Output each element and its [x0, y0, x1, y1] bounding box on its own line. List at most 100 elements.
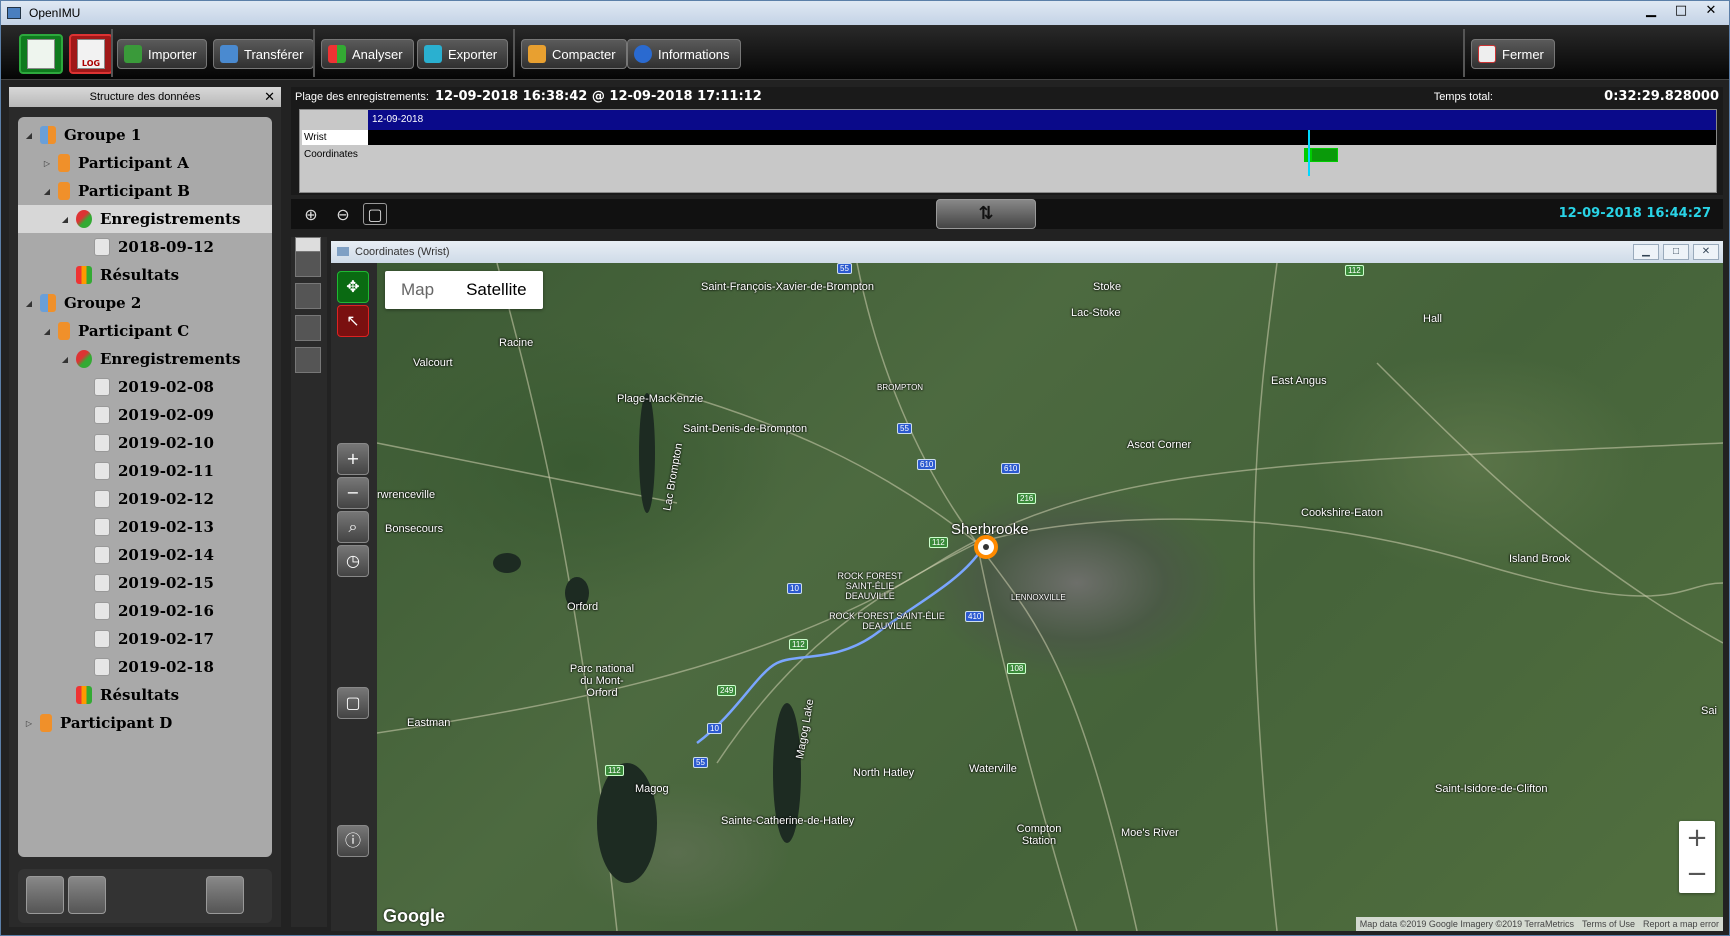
tree-node[interactable]: 2019-02-18	[18, 653, 272, 681]
add-participant-button[interactable]	[68, 876, 106, 914]
time-cursor[interactable]	[1308, 130, 1310, 176]
map-type-map-button[interactable]: Map	[385, 271, 450, 309]
tree-node[interactable]: Résultats	[18, 261, 272, 289]
timeline-panel: Plage des enregistrements: 12-09-2018 16…	[291, 87, 1723, 195]
tree-node[interactable]: ◢ Participant C	[18, 317, 272, 345]
current-position-marker[interactable]	[974, 535, 998, 559]
expand-arrow-icon[interactable]: ▷	[42, 158, 52, 168]
map-zoom-in-button[interactable]: +	[1679, 821, 1715, 857]
data-structure-button[interactable]	[19, 34, 63, 74]
sync-toggle-button[interactable]: ⇅	[936, 199, 1036, 229]
map-zoom-control: + −	[1679, 821, 1715, 893]
zoom-search-icon[interactable]: ⌕	[337, 511, 369, 543]
window-icon	[337, 247, 349, 256]
close-panel-icon[interactable]: ✕	[264, 87, 275, 107]
report-error-link[interactable]: Report a map error	[1643, 917, 1719, 931]
layout-split-vertical-icon[interactable]	[295, 283, 321, 309]
select-icon[interactable]: ↖	[337, 305, 369, 337]
expand-arrow-icon[interactable]: ◢	[24, 130, 34, 140]
zoom-in-icon[interactable]: ⊕	[299, 203, 323, 225]
total-time-value: 0:32:29.828000	[1604, 89, 1719, 104]
coordinates-row-label: Coordinates	[304, 149, 358, 160]
close-icon	[1478, 45, 1496, 63]
tree-node[interactable]: ◢ Participant B	[18, 177, 272, 205]
map-zoom-out-button[interactable]: −	[1679, 857, 1715, 893]
tree-node[interactable]: 2019-02-14	[18, 541, 272, 569]
tree-node[interactable]: 2019-02-08	[18, 373, 272, 401]
info-button[interactable]: Informations	[627, 39, 741, 69]
zoom-out-icon[interactable]: −	[337, 477, 369, 509]
tree-node[interactable]: Résultats	[18, 681, 272, 709]
expand-arrow-icon[interactable]: ▷	[24, 718, 34, 728]
tree-node-label: 2019-02-15	[118, 574, 214, 592]
compact-button[interactable]: Compacter	[521, 39, 627, 69]
tree-node[interactable]: ▷ Participant A	[18, 149, 272, 177]
expand-arrow-icon[interactable]: ◢	[60, 354, 70, 364]
clock-icon[interactable]: ◷	[337, 545, 369, 577]
timeline-grid[interactable]: 12-09-2018 Wrist Coordinates	[299, 109, 1717, 193]
calendar-icon	[94, 406, 110, 424]
maximize-button[interactable]: □	[1667, 3, 1695, 21]
tree-node[interactable]: 2019-02-10	[18, 429, 272, 457]
expand-arrow-icon[interactable]: ◢	[42, 326, 52, 336]
compact-label: Compacter	[552, 46, 616, 62]
place-label: BROMPTON	[877, 383, 924, 392]
zoom-fit-icon[interactable]: ▢	[363, 203, 387, 225]
delete-button[interactable]	[206, 876, 244, 914]
tree-node-label: 2019-02-12	[118, 490, 214, 508]
tree-node[interactable]: 2019-02-09	[18, 401, 272, 429]
map-window-title-bar: Coordinates (Wrist) ▁ □ ✕	[331, 241, 1723, 263]
tree-node[interactable]: 2018-09-12	[18, 233, 272, 261]
panel-title: Structure des données	[89, 91, 201, 103]
log-button[interactable]: LOG	[69, 34, 113, 74]
satellite-map[interactable]: Saint-François-Xavier-de-Brompton Stoke …	[377, 263, 1723, 931]
terms-link[interactable]: Terms of Use	[1582, 917, 1635, 931]
expand-arrow-icon[interactable]: ◢	[24, 298, 34, 308]
calendar-icon	[94, 238, 110, 256]
place-label: North Hatley	[853, 767, 915, 779]
tree-node[interactable]: ◢ Groupe 2	[18, 289, 272, 317]
place-label: Lac-Stoke	[1071, 307, 1121, 319]
transfer-button[interactable]: Transférer	[213, 39, 315, 69]
analyse-button[interactable]: Analyser	[321, 39, 414, 69]
pan-icon[interactable]: ✥	[337, 271, 369, 303]
close-app-button[interactable]: Fermer	[1471, 39, 1555, 69]
toolbar-separator	[1463, 29, 1465, 77]
tree-node[interactable]: 2019-02-13	[18, 513, 272, 541]
tree-node[interactable]: 2019-02-12	[18, 485, 272, 513]
tree-node-label: Résultats	[100, 686, 180, 704]
calendar-icon	[94, 630, 110, 648]
data-structure-panel: Structure des données ✕ ◢ Groupe 1 ▷ Partic…	[9, 87, 281, 927]
tree-node[interactable]: 2019-02-11	[18, 457, 272, 485]
info-icon[interactable]: ⓘ	[337, 825, 369, 857]
tree-node[interactable]: ◢ Enregistrements	[18, 205, 272, 233]
zoom-in-icon[interactable]: +	[337, 443, 369, 475]
highway-shield: 410	[965, 611, 985, 622]
expand-arrow-icon[interactable]: ◢	[42, 186, 52, 196]
map-minimize-button[interactable]: ▁	[1633, 244, 1659, 260]
export-icon	[424, 45, 442, 63]
minimize-button[interactable]: ▁	[1637, 3, 1665, 21]
tree-node[interactable]: ◢ Groupe 1	[18, 121, 272, 149]
export-button[interactable]: Exporter	[417, 39, 509, 69]
chart-icon	[328, 45, 346, 63]
add-group-button[interactable]	[26, 876, 64, 914]
layout-grid-icon[interactable]	[295, 347, 321, 373]
map-close-button[interactable]: ✕	[1693, 244, 1719, 260]
tree-node[interactable]: ◢ Enregistrements	[18, 345, 272, 373]
results-icon	[76, 686, 92, 704]
app-window: OpenIMU ▁ □ ✕ LOG Importer Transférer An…	[0, 0, 1730, 936]
tree-node[interactable]: 2019-02-17	[18, 625, 272, 653]
tree-node[interactable]: 2019-02-15	[18, 569, 272, 597]
info-icon	[634, 45, 652, 63]
zoom-out-icon[interactable]: ⊖	[331, 203, 355, 225]
map-type-satellite-button[interactable]: Satellite	[450, 271, 542, 309]
expand-arrow-icon[interactable]: ◢	[60, 214, 70, 224]
map-maximize-button[interactable]: □	[1663, 244, 1689, 260]
layout-split-horizontal-icon[interactable]	[295, 315, 321, 341]
tree-node[interactable]: ▷ Participant D	[18, 709, 272, 737]
close-window-button[interactable]: ✕	[1697, 3, 1725, 21]
fit-view-icon[interactable]: ▢	[337, 687, 369, 719]
tree-node[interactable]: 2019-02-16	[18, 597, 272, 625]
import-button[interactable]: Importer	[117, 39, 208, 69]
